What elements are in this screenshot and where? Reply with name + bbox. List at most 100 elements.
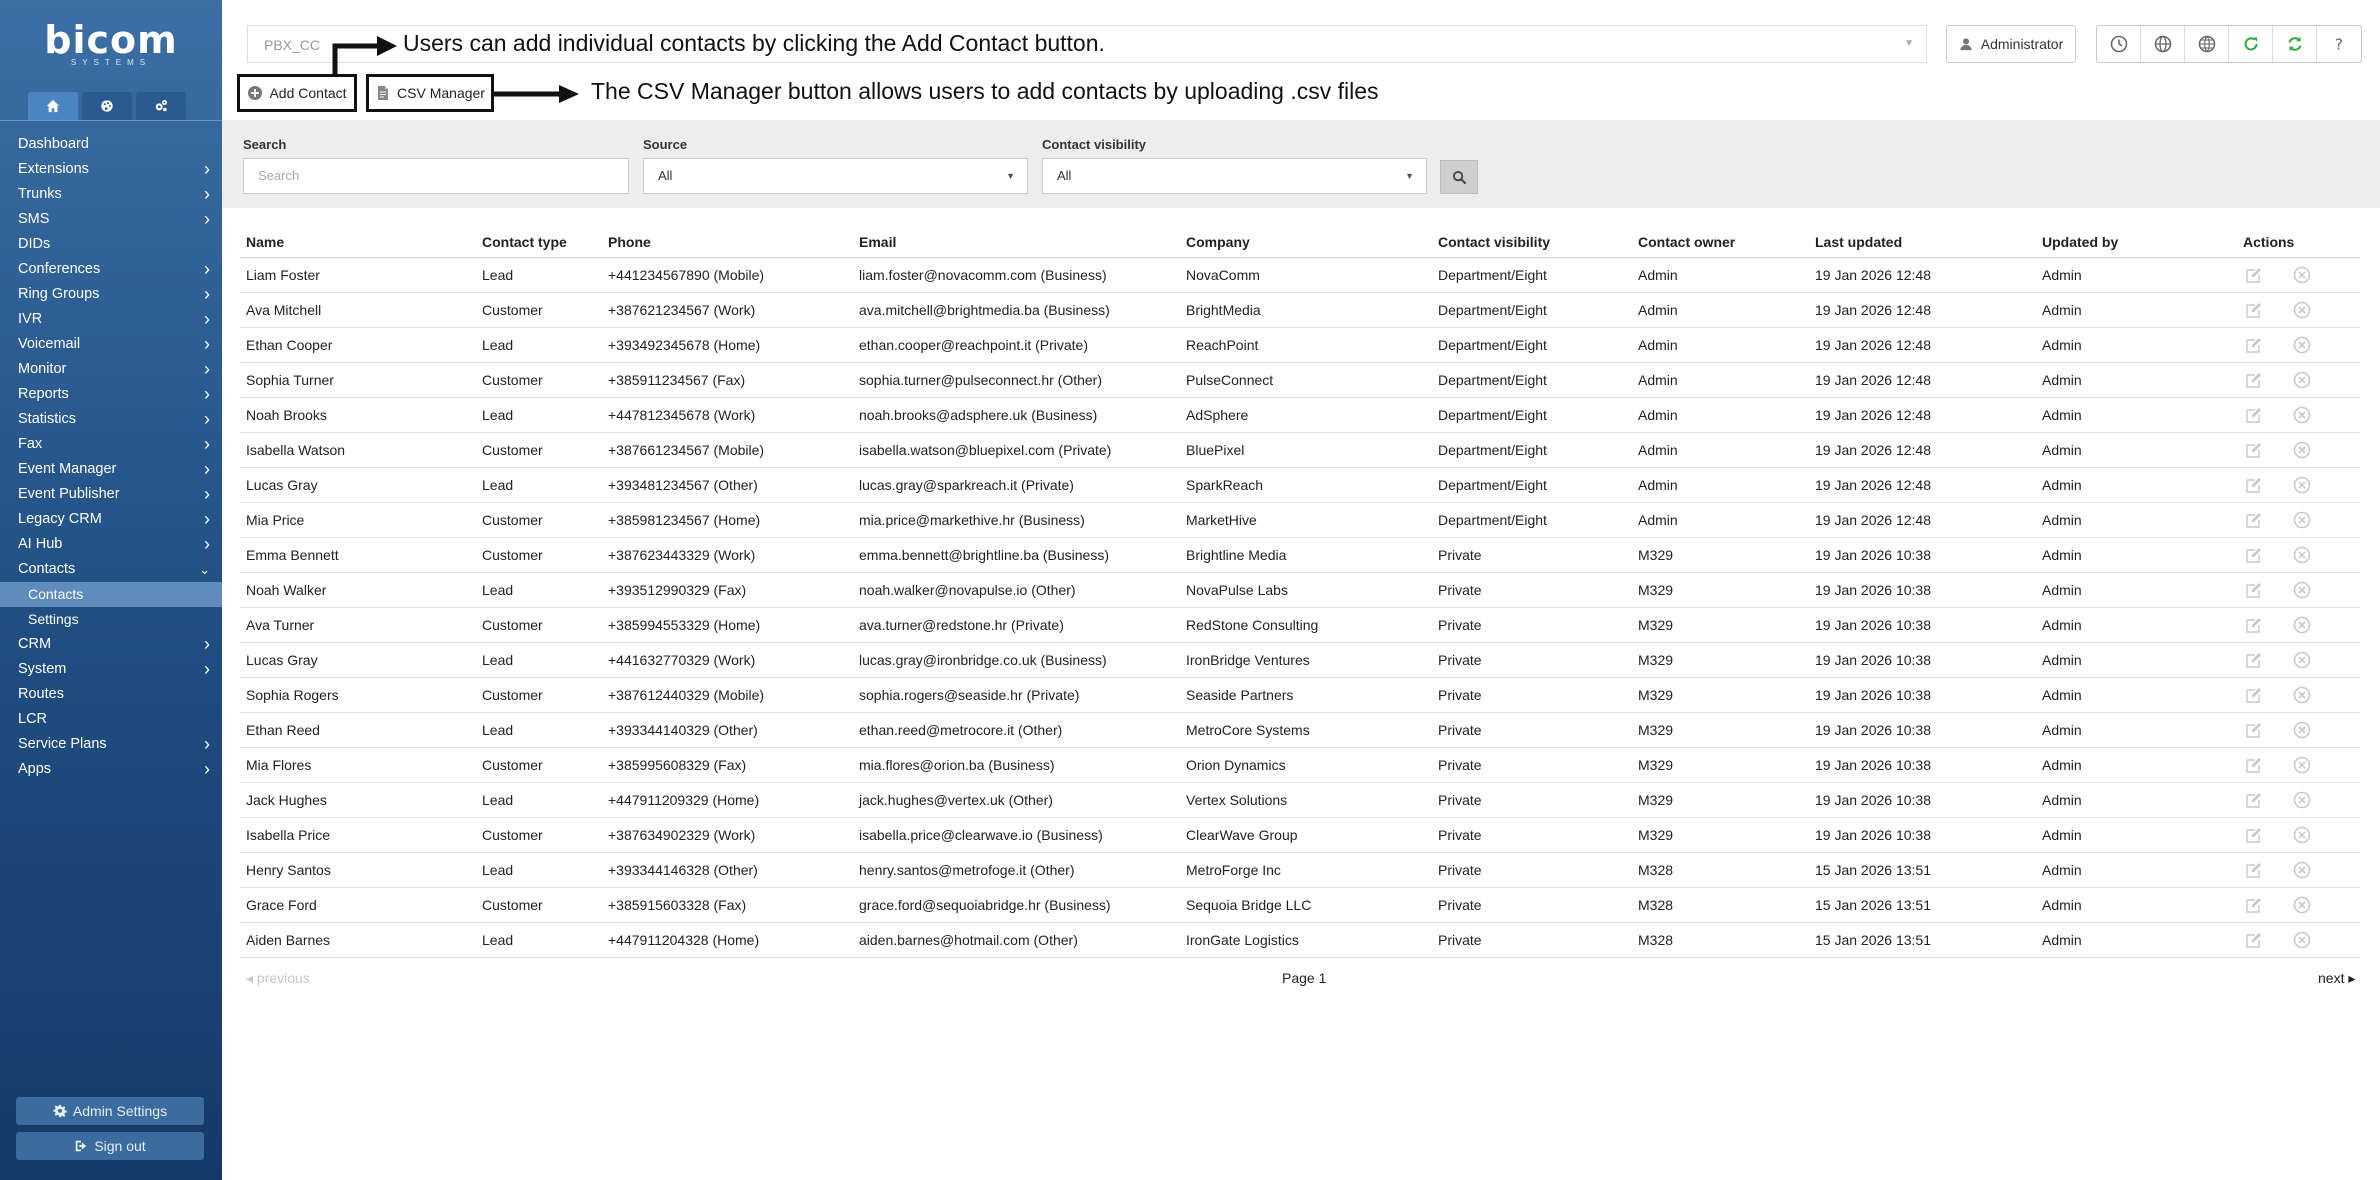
edit-button[interactable] (2245, 406, 2265, 426)
edit-button[interactable] (2245, 861, 2265, 881)
sidebar-item-trunks[interactable]: Trunks › (0, 182, 222, 207)
delete-button[interactable] (2293, 301, 2313, 321)
sidebar-item-statistics[interactable]: Statistics › (0, 407, 222, 432)
refresh-button[interactable] (2229, 26, 2273, 62)
delete-button[interactable] (2293, 791, 2313, 811)
table-cell: Private (1438, 792, 1482, 808)
network-button[interactable] (2141, 26, 2185, 62)
edit-button[interactable] (2245, 896, 2265, 916)
sidebar-tab-home[interactable] (28, 92, 78, 120)
sidebar-item-extensions[interactable]: Extensions › (0, 157, 222, 182)
user-menu-button[interactable]: Administrator (1946, 25, 2076, 63)
delete-button[interactable] (2293, 581, 2313, 601)
sidebar-item-reports[interactable]: Reports › (0, 382, 222, 407)
delete-button[interactable] (2293, 511, 2313, 531)
sidebar-subitem-settings[interactable]: Settings (0, 607, 222, 632)
edit-button[interactable] (2245, 721, 2265, 741)
edit-button[interactable] (2245, 791, 2265, 811)
help-button[interactable]: ? (2317, 26, 2361, 62)
delete-button[interactable] (2293, 721, 2313, 741)
delete-button[interactable] (2293, 546, 2313, 566)
add-contact-button[interactable]: Add Contact (237, 74, 357, 112)
sidebar-item-system[interactable]: System › (0, 657, 222, 682)
column-header[interactable]: Last updated (1815, 226, 1902, 258)
edit-button[interactable] (2245, 651, 2265, 671)
edit-button[interactable] (2245, 686, 2265, 706)
sidebar-item-event-manager[interactable]: Event Manager › (0, 457, 222, 482)
edit-button[interactable] (2245, 826, 2265, 846)
sidebar-item-ring-groups[interactable]: Ring Groups › (0, 282, 222, 307)
clock-button[interactable] (2097, 26, 2141, 62)
edit-button[interactable] (2245, 756, 2265, 776)
edit-button[interactable] (2245, 546, 2265, 566)
sidebar-item-monitor[interactable]: Monitor › (0, 357, 222, 382)
sidebar-item-fax[interactable]: Fax › (0, 432, 222, 457)
delete-button[interactable] (2293, 896, 2313, 916)
sidebar-item-sms[interactable]: SMS › (0, 207, 222, 232)
source-select[interactable]: All ▼ (643, 158, 1028, 194)
delete-button[interactable] (2293, 441, 2313, 461)
sidebar-item-legacy-crm[interactable]: Legacy CRM › (0, 507, 222, 532)
search-button[interactable] (1440, 160, 1478, 194)
next-page-link[interactable]: next ▸ (2318, 970, 2355, 987)
delete-button[interactable] (2293, 336, 2313, 356)
sidebar-subitem-contacts[interactable]: Contacts (0, 582, 222, 607)
column-header[interactable]: Phone (608, 226, 651, 258)
edit-button[interactable] (2245, 371, 2265, 391)
delete-button[interactable] (2293, 756, 2313, 776)
column-header[interactable]: Contact type (482, 226, 567, 258)
delete-button[interactable] (2293, 861, 2313, 881)
edit-button[interactable] (2245, 616, 2265, 636)
sync-button[interactable] (2273, 26, 2317, 62)
delete-button[interactable] (2293, 616, 2313, 636)
sidebar-item-dashboard[interactable]: Dashboard (0, 132, 222, 157)
sidebar-item-ai-hub[interactable]: AI Hub › (0, 532, 222, 557)
sidebar-tab-settings[interactable] (136, 92, 186, 120)
sidebar-item-routes[interactable]: Routes (0, 682, 222, 707)
delete-button[interactable] (2293, 651, 2313, 671)
table-cell: Admin (2042, 757, 2082, 773)
search-input[interactable]: Search (243, 158, 629, 194)
column-header[interactable]: Name (246, 226, 284, 258)
delete-button[interactable] (2293, 476, 2313, 496)
table-cell: Admin (2042, 932, 2082, 948)
delete-button[interactable] (2293, 371, 2313, 391)
column-header[interactable]: Contact visibility (1438, 226, 1550, 258)
sidebar-item-lcr[interactable]: LCR (0, 707, 222, 732)
sidebar-item-contacts[interactable]: Contacts ⌄ (0, 557, 222, 582)
sidebar-item-dids[interactable]: DIDs (0, 232, 222, 257)
sign-out-button[interactable]: Sign out (16, 1132, 204, 1160)
edit-button[interactable] (2245, 931, 2265, 951)
edit-button[interactable] (2245, 301, 2265, 321)
edit-button[interactable] (2245, 511, 2265, 531)
sidebar-item-conferences[interactable]: Conferences › (0, 257, 222, 282)
admin-settings-button[interactable]: Admin Settings (16, 1097, 204, 1125)
edit-button[interactable] (2245, 441, 2265, 461)
column-header[interactable]: Company (1186, 226, 1250, 258)
delete-button[interactable] (2293, 931, 2313, 951)
language-button[interactable] (2185, 26, 2229, 62)
sidebar-item-ivr[interactable]: IVR › (0, 307, 222, 332)
sidebar-item-crm[interactable]: CRM › (0, 632, 222, 657)
previous-page-link[interactable]: ◂ previous (246, 970, 310, 987)
visibility-select[interactable]: All ▼ (1042, 158, 1427, 194)
delete-button[interactable] (2293, 686, 2313, 706)
csv-manager-button[interactable]: CSV Manager (366, 74, 494, 112)
delete-button[interactable] (2293, 826, 2313, 846)
column-header[interactable]: Updated by (2042, 226, 2118, 258)
edit-button[interactable] (2245, 476, 2265, 496)
edit-button[interactable] (2245, 266, 2265, 286)
sidebar-item-service-plans[interactable]: Service Plans › (0, 732, 222, 757)
delete-button[interactable] (2293, 406, 2313, 426)
sidebar-item-apps[interactable]: Apps › (0, 757, 222, 782)
delete-button[interactable] (2293, 266, 2313, 286)
edit-button[interactable] (2245, 581, 2265, 601)
sidebar-item-event-publisher[interactable]: Event Publisher › (0, 482, 222, 507)
sidebar-item-voicemail[interactable]: Voicemail › (0, 332, 222, 357)
column-header[interactable]: Email (859, 226, 896, 258)
sidebar-tab-appearance[interactable] (82, 92, 132, 120)
table-cell: 19 Jan 2026 10:38 (1815, 792, 1931, 808)
table-cell: 19 Jan 2026 10:38 (1815, 547, 1931, 563)
column-header[interactable]: Contact owner (1638, 226, 1735, 258)
edit-button[interactable] (2245, 336, 2265, 356)
